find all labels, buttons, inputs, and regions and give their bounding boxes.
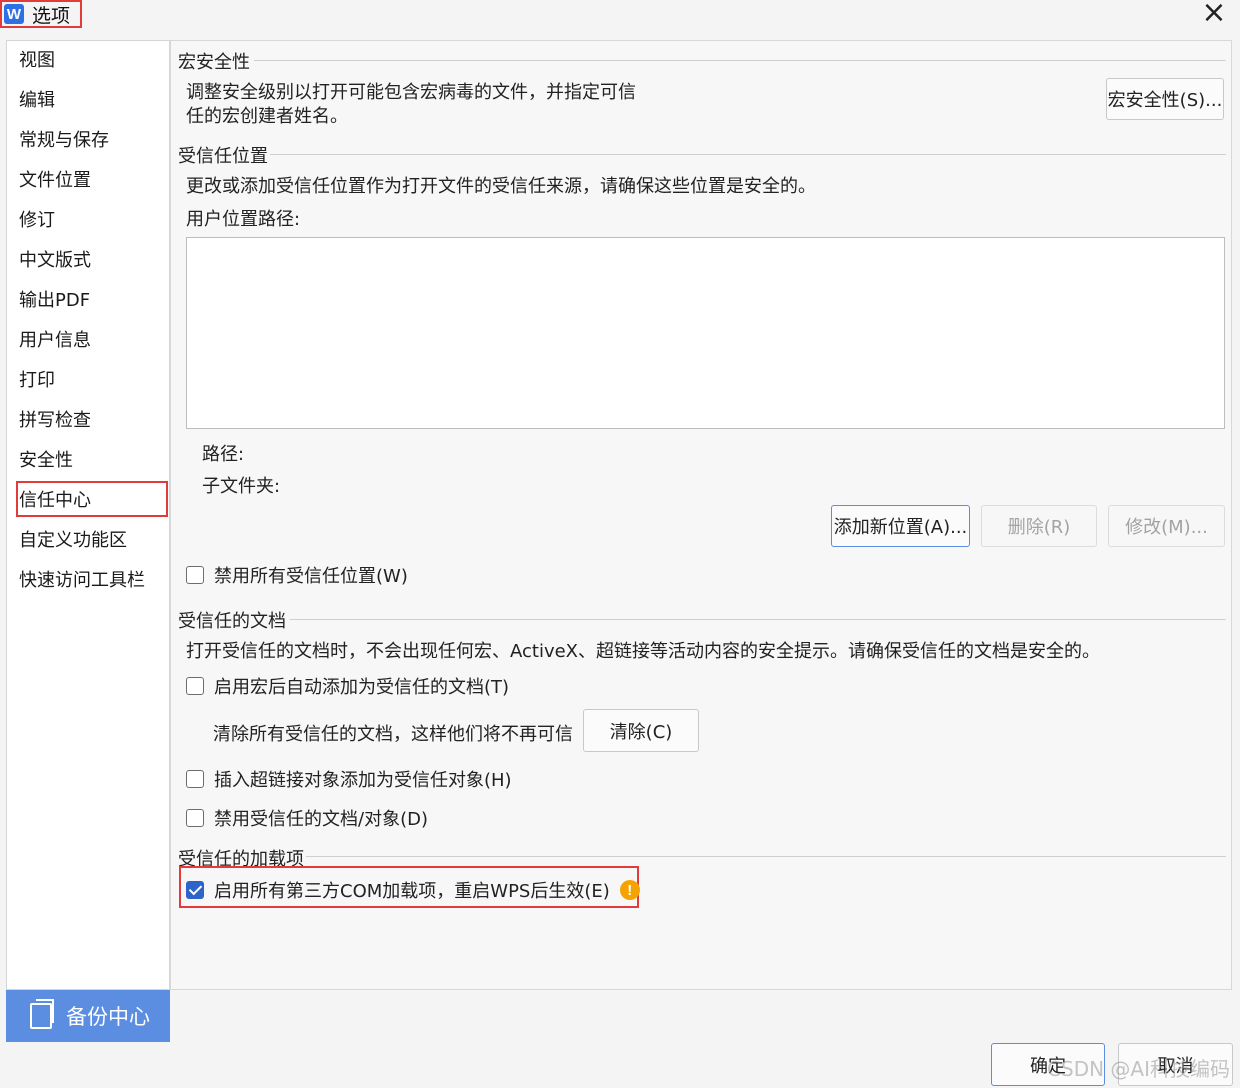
sidebar-item-general-save[interactable]: 常规与保存 [19,123,169,159]
cancel-button[interactable]: 取消 [1118,1043,1233,1086]
selected-item-highlight [16,481,168,517]
sidebar-item-chinese-layout[interactable]: 中文版式 [19,243,169,279]
trusted-locations-list[interactable] [186,237,1225,429]
window-title-highlight: W 选项 [0,0,82,28]
trusted-locations-heading: 受信任位置 [178,146,268,167]
sidebar-item-spell-check[interactable]: 拼写检查 [19,403,169,439]
hyperlink-trusted-checkbox[interactable] [186,770,204,788]
sidebar-item-user-info[interactable]: 用户信息 [19,323,169,359]
sidebar-item-edit[interactable]: 编辑 [19,83,169,119]
sidebar-item-security[interactable]: 安全性 [19,443,169,479]
backup-center-button[interactable]: 备份中心 [6,990,170,1042]
ok-button[interactable]: 确定 [991,1043,1105,1086]
trusted-addins-divider [306,856,1226,857]
disable-trusted-docs-row: 禁用受信任的文档/对象(D) [186,805,428,831]
clear-trusted-text: 清除所有受信任的文档，这样他们将不再可信 [213,724,573,745]
disable-all-trusted-locations-label: 禁用所有受信任位置(W) [214,566,408,587]
sidebar-item-revisions[interactable]: 修订 [19,203,169,239]
sidebar-item-quick-access-toolbar[interactable]: 快速访问工具栏 [19,563,169,599]
path-label: 路径: [202,444,245,465]
disable-trusted-docs-checkbox[interactable] [186,809,204,827]
auto-add-trusted-label: 启用宏后自动添加为受信任的文档(T) [214,677,510,698]
modify-location-button[interactable]: 修改(M)... [1108,505,1225,547]
sidebar-item-view[interactable]: 视图 [19,43,169,79]
trusted-documents-divider [290,619,1226,620]
close-icon[interactable]: × [1200,0,1228,28]
sidebar-item-file-locations[interactable]: 文件位置 [19,163,169,199]
enable-com-addins-row: 启用所有第三方COM加载项，重启WPS后生效(E) ! [186,877,640,903]
delete-location-button[interactable]: 删除(R) [981,505,1097,547]
window-title: 选项 [32,4,71,27]
trusted-documents-desc: 打开受信任的文档时，不会出现任何宏、ActiveX、超链接等活动内容的安全提示。… [186,641,1101,662]
disable-all-trusted-locations-checkbox[interactable] [186,566,204,584]
backup-center-label: 备份中心 [66,1005,150,1029]
macro-security-button[interactable]: 宏安全性(S)... [1106,78,1224,120]
enable-com-addins-checkbox[interactable] [186,881,204,899]
trusted-locations-divider [270,154,1226,155]
subfolder-label: 子文件夹: [202,476,281,497]
sidebar-item-print[interactable]: 打印 [19,363,169,399]
macro-security-divider [254,60,1226,61]
backup-document-icon [30,999,54,1029]
clear-trusted-button[interactable]: 清除(C) [583,709,699,752]
macro-security-desc-2: 任的宏创建者姓名。 [186,106,348,127]
disable-all-trusted-locations-row: 禁用所有受信任位置(W) [186,562,408,588]
trusted-locations-desc: 更改或添加受信任位置作为打开文件的受信任来源，请确保这些位置是安全的。 [186,176,816,197]
sidebar-item-customize-ribbon[interactable]: 自定义功能区 [19,523,169,559]
wps-writer-logo-icon: W [4,4,24,24]
disable-trusted-docs-label: 禁用受信任的文档/对象(D) [214,809,428,830]
add-new-location-button[interactable]: 添加新位置(A)... [831,505,970,547]
enable-com-addins-label: 启用所有第三方COM加载项，重启WPS后生效(E) [214,881,610,902]
trusted-documents-heading: 受信任的文档 [178,611,286,632]
hyperlink-trusted-label: 插入超链接对象添加为受信任对象(H) [214,770,512,791]
hyperlink-trusted-row: 插入超链接对象添加为受信任对象(H) [186,766,512,792]
auto-add-trusted-row: 启用宏后自动添加为受信任的文档(T) [186,673,509,699]
sidebar-item-export-pdf[interactable]: 输出PDF [19,283,169,319]
macro-security-desc-1: 调整安全级别以打开可能包含宏病毒的文件，并指定可信 [186,82,636,103]
macro-security-heading: 宏安全性 [178,52,250,73]
user-location-path-label: 用户位置路径: [186,209,301,230]
warning-icon[interactable]: ! [619,880,640,900]
auto-add-trusted-checkbox[interactable] [186,677,204,695]
